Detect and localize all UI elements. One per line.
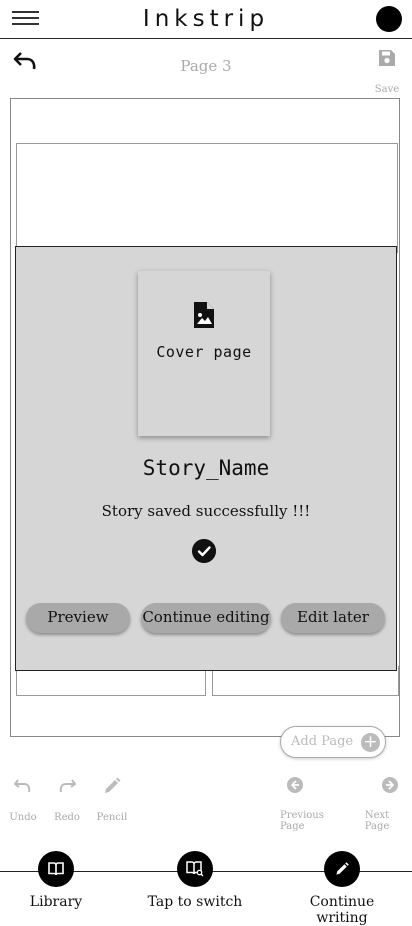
redo-label: Redo bbox=[54, 812, 80, 823]
undo-icon[interactable] bbox=[13, 776, 33, 796]
pencil-label: Pencil bbox=[96, 812, 128, 823]
avatar[interactable] bbox=[376, 6, 402, 32]
save-label: Save bbox=[374, 84, 400, 95]
library-button[interactable] bbox=[38, 851, 74, 887]
next-page-label: Next Page bbox=[364, 810, 390, 832]
continue-writing-button[interactable] bbox=[324, 851, 360, 887]
redo-icon[interactable] bbox=[57, 776, 77, 796]
checkmark-icon bbox=[192, 539, 216, 563]
continue-writing-label: Continue writing bbox=[309, 894, 375, 926]
cover-page-label: Cover page bbox=[156, 343, 252, 361]
image-file-icon bbox=[194, 302, 214, 328]
success-message: Story saved successfully !!! bbox=[101, 502, 311, 520]
add-page-label: Add Page bbox=[291, 734, 354, 749]
save-icon[interactable] bbox=[378, 49, 396, 67]
book-icon bbox=[48, 862, 64, 876]
undo-label: Undo bbox=[9, 812, 37, 823]
previous-page-icon[interactable] bbox=[285, 775, 305, 795]
top-bar: Inkstrip bbox=[0, 0, 412, 39]
pencil-icon[interactable] bbox=[102, 776, 122, 796]
app-title: Inkstrip bbox=[142, 6, 270, 32]
next-page-icon[interactable] bbox=[380, 775, 400, 795]
comic-panel[interactable] bbox=[16, 143, 398, 253]
pencil-icon bbox=[336, 862, 349, 875]
preview-button[interactable]: Preview bbox=[26, 603, 130, 633]
switch-label: Tap to switch bbox=[147, 894, 243, 910]
cover-page-card[interactable]: Cover page bbox=[138, 271, 270, 436]
library-label: Library bbox=[29, 894, 83, 910]
page-label: Page 3 bbox=[180, 57, 232, 75]
story-saved-dialog: Cover page Story_Name Story saved succes… bbox=[15, 246, 397, 671]
edit-later-button[interactable]: Edit later bbox=[281, 603, 385, 633]
story-name: Story_Name bbox=[142, 456, 270, 480]
add-page-button[interactable]: Add Page + bbox=[280, 726, 386, 758]
previous-page-label: Previous Page bbox=[280, 810, 324, 832]
plus-icon: + bbox=[361, 733, 380, 752]
continue-editing-button[interactable]: Continue editing bbox=[141, 603, 271, 633]
switch-button[interactable] bbox=[177, 851, 213, 887]
book-search-icon bbox=[186, 861, 204, 877]
